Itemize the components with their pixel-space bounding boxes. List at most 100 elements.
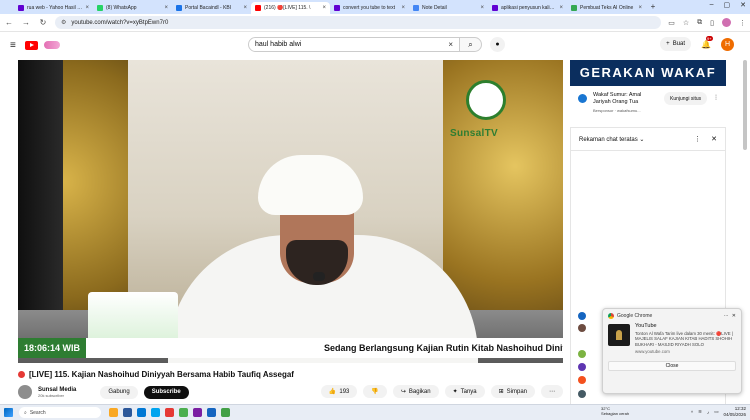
- browser-tab-active[interactable]: (216) 🔴[LIVE] 115. \ ×: [251, 2, 330, 14]
- browser-tab[interactable]: Pembuat Teks AI Online ×: [567, 2, 646, 14]
- like-button[interactable]: 👍 193: [320, 385, 358, 398]
- profile-avatar[interactable]: [722, 18, 731, 27]
- file-explorer-icon[interactable]: [109, 408, 118, 417]
- clear-search-icon[interactable]: ×: [448, 40, 453, 49]
- clock[interactable]: 12:32 04/05/2026: [723, 406, 746, 418]
- new-tab-button[interactable]: +: [648, 2, 658, 12]
- close-icon[interactable]: ×: [85, 5, 89, 11]
- word-icon[interactable]: [207, 408, 216, 417]
- close-icon[interactable]: ×: [401, 5, 405, 11]
- notification-menu-icon[interactable]: ⋯: [724, 313, 729, 319]
- create-button[interactable]: + Buat: [660, 37, 692, 51]
- app-icon[interactable]: [123, 408, 132, 417]
- visit-site-button[interactable]: Kunjungi situs: [664, 92, 708, 105]
- subscribe-button[interactable]: Subscribe: [143, 385, 189, 399]
- notification-title: YouTube: [635, 323, 657, 329]
- maximize-icon[interactable]: ▢: [724, 1, 731, 9]
- browser-tab[interactable]: aplikasi penyusun kalimat ×: [488, 2, 567, 14]
- volume-icon[interactable]: ♪: [707, 410, 709, 415]
- windows-start-icon[interactable]: [4, 408, 13, 417]
- youtube-header: ≡ haul habib alwi × ⌕ ● + Buat 🔔 9+ H: [0, 32, 750, 58]
- minimize-icon[interactable]: –: [710, 1, 714, 9]
- youtube-doodle[interactable]: [43, 41, 60, 49]
- chevron-down-icon: ⌄: [639, 136, 645, 143]
- bookmark-star-icon[interactable]: ☆: [683, 19, 689, 27]
- chrome-taskbar-icon[interactable]: [179, 408, 188, 417]
- menu-dots-icon[interactable]: ⋮: [739, 19, 746, 27]
- live-chat-header: Rekaman chat teratas ⌄ ⋮ ✕: [570, 127, 726, 151]
- notification-close-icon[interactable]: ✕: [732, 313, 736, 319]
- close-window-icon[interactable]: ✕: [740, 1, 746, 9]
- site-info-icon[interactable]: ⚙: [61, 19, 66, 26]
- chat-menu-icon[interactable]: ⋮: [694, 135, 701, 143]
- ask-label: Tanya: [460, 388, 477, 395]
- excel-icon[interactable]: [221, 408, 230, 417]
- notification-message: Tonton Al Wafa Tarim live dalam 30 menit…: [635, 330, 733, 347]
- browser-tab[interactable]: (8) WhatsApp ×: [93, 2, 172, 14]
- video-player[interactable]: SunsalTV 18:06:14 WIB Sedang Berlangsung…: [18, 60, 563, 363]
- notification-body[interactable]: YouTube Tonton Al Wafa Tarim live dalam …: [603, 323, 741, 356]
- chrome-icon: [608, 313, 614, 319]
- split-view-icon[interactable]: ▯: [710, 19, 714, 27]
- cast-icon[interactable]: ▭: [668, 19, 675, 27]
- more-actions-button[interactable]: ⋯: [541, 385, 563, 398]
- youtube-logo[interactable]: [24, 40, 38, 50]
- video-actions: 👍 193 👎 ↪ Bagikan ✦ Tanya ⊞ Simpan ⋯: [320, 385, 563, 398]
- save-button[interactable]: ⊞ Simpan: [490, 385, 535, 398]
- ask-button[interactable]: ✦ Tanya: [444, 385, 485, 398]
- advertiser-icon: [578, 94, 587, 103]
- store-icon[interactable]: [151, 408, 160, 417]
- close-icon[interactable]: ×: [243, 5, 247, 11]
- chat-mode-dropdown[interactable]: Rekaman chat teratas ⌄: [579, 136, 684, 143]
- hamburger-menu-icon[interactable]: ≡: [10, 40, 16, 51]
- app-icon[interactable]: [165, 408, 174, 417]
- battery-icon[interactable]: ▭: [714, 409, 718, 415]
- account-avatar[interactable]: H: [721, 37, 734, 51]
- sparkle-icon: ✦: [452, 389, 458, 395]
- chat-message: [578, 312, 586, 320]
- app-icon[interactable]: [193, 408, 202, 417]
- chat-close-icon[interactable]: ✕: [711, 135, 717, 143]
- edge-icon[interactable]: [137, 408, 146, 417]
- close-icon[interactable]: ×: [322, 5, 326, 11]
- notifications-button[interactable]: 🔔 9+: [701, 35, 713, 49]
- forward-arrow-icon[interactable]: →: [21, 18, 31, 27]
- close-icon[interactable]: ×: [559, 5, 563, 11]
- search-icon: ⌕: [468, 40, 473, 49]
- close-icon[interactable]: ×: [480, 5, 484, 11]
- notification-close-button[interactable]: Close: [608, 360, 736, 371]
- page-scrollbar[interactable]: [743, 60, 747, 150]
- tab-favicon-icon: [492, 5, 498, 11]
- close-icon[interactable]: ×: [164, 5, 168, 11]
- chevron-up-icon[interactable]: ^: [691, 410, 693, 415]
- close-icon[interactable]: ×: [638, 5, 642, 11]
- weather-widget[interactable]: 32°C Sebagian cerah: [601, 406, 629, 416]
- create-label: Buat: [672, 41, 686, 47]
- ad-title[interactable]: Wakaf Sumur: Amal Jariyah Orang Tua: [593, 92, 658, 106]
- join-button[interactable]: Gabung: [100, 385, 138, 399]
- ad-more-icon[interactable]: ⋮: [713, 94, 719, 116]
- reload-icon[interactable]: ↻: [38, 18, 48, 27]
- header-actions: + Buat 🔔 9+ H: [660, 35, 734, 51]
- video-news-ticker: 18:06:14 WIB Sedang Berlangsung Kajian R…: [18, 338, 563, 358]
- dislike-button[interactable]: 👎: [363, 385, 387, 398]
- search-input[interactable]: haul habib alwi ×: [248, 37, 460, 52]
- chat-mode-label: Rekaman chat teratas: [579, 136, 638, 143]
- taskbar-search[interactable]: ⌕ Search: [19, 407, 101, 418]
- wifi-icon[interactable]: ≋: [698, 409, 702, 415]
- back-arrow-icon[interactable]: ←: [4, 18, 14, 27]
- browser-tab[interactable]: convert you tube to text ×: [330, 2, 409, 14]
- channel-avatar[interactable]: [18, 385, 32, 399]
- voice-search-button[interactable]: ●: [490, 37, 505, 52]
- save-label: Simpan: [506, 388, 527, 395]
- extensions-icon[interactable]: ⧉: [697, 19, 702, 27]
- browser-tab[interactable]: rua web - Yahoo Hasil Pe ×: [14, 2, 93, 14]
- video-ticker-text: Sedang Berlangsung Kajian Rutin Kitab Na…: [324, 343, 563, 353]
- browser-tab[interactable]: Note Detail ×: [409, 2, 488, 14]
- ad-banner[interactable]: GERAKAN WAKAF SUMUR: [570, 60, 726, 86]
- address-bar[interactable]: ⚙ youtube.com/watch?v=xyBtpEwn7r0: [55, 16, 662, 29]
- tab-title: Portal Bacaindl - KBI: [185, 5, 232, 11]
- share-button[interactable]: ↪ Bagikan: [392, 385, 439, 398]
- search-button[interactable]: ⌕: [460, 37, 482, 52]
- browser-tab[interactable]: Portal Bacaindl - KBI ×: [172, 2, 251, 14]
